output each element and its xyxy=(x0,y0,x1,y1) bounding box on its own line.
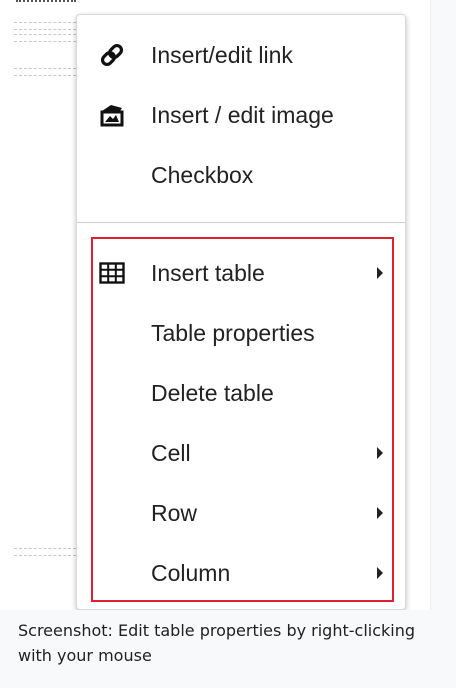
submenu-arrow-icon xyxy=(377,267,383,279)
menu-item-label: Checkbox xyxy=(151,161,254,188)
menu-item-row[interactable]: Row xyxy=(77,483,405,543)
link-icon xyxy=(99,42,125,68)
menu-item-insert-table[interactable]: Insert table xyxy=(77,243,405,303)
submenu-arrow-icon xyxy=(377,447,383,459)
table-grid-icon xyxy=(99,260,125,286)
context-menu: Insert/edit link Insert / edit image Che… xyxy=(76,14,406,610)
menu-item-label: Delete table xyxy=(151,379,274,406)
image-icon xyxy=(99,102,125,128)
table-gridline xyxy=(14,34,76,42)
screenshot-area: Insert/edit link Insert / edit image Che… xyxy=(0,0,431,610)
submenu-arrow-icon xyxy=(377,507,383,519)
menu-item-insert-edit-image[interactable]: Insert / edit image xyxy=(77,85,405,145)
submenu-arrow-icon xyxy=(377,567,383,579)
menu-item-cell[interactable]: Cell xyxy=(77,423,405,483)
menu-item-delete-table[interactable]: Delete table xyxy=(77,363,405,423)
figure-caption: Screenshot: Edit table properties by rig… xyxy=(18,621,416,665)
menu-item-label: Table properties xyxy=(151,319,315,346)
menu-item-label: Insert table xyxy=(151,259,265,286)
menu-item-checkbox[interactable]: Checkbox xyxy=(77,145,405,205)
menu-item-label: Insert / edit image xyxy=(151,101,334,128)
menu-item-label: Insert/edit link xyxy=(151,41,293,68)
figure: Insert/edit link Insert / edit image Che… xyxy=(0,0,456,688)
menu-item-label: Row xyxy=(151,499,198,526)
menu-item-label: Column xyxy=(151,559,231,586)
menu-item-insert-edit-link[interactable]: Insert/edit link xyxy=(77,25,405,85)
table-gridline xyxy=(14,22,76,30)
menu-item-column[interactable]: Column xyxy=(77,543,405,603)
table-gridline xyxy=(14,548,76,556)
menu-separator xyxy=(77,222,405,223)
table-gridline xyxy=(14,68,76,76)
editor-top-border xyxy=(16,0,76,4)
menu-item-table-properties[interactable]: Table properties xyxy=(77,303,405,363)
menu-item-label: Cell xyxy=(151,439,191,466)
